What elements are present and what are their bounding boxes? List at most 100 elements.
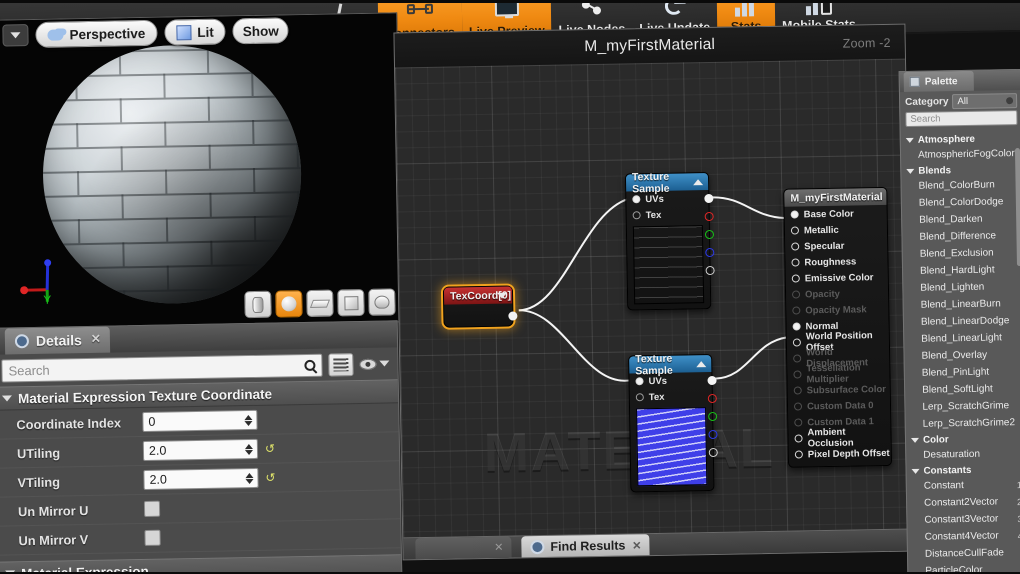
out-pin-a[interactable] <box>708 447 718 458</box>
property-checkbox[interactable] <box>144 529 161 546</box>
pin-dot-uvs[interactable] <box>635 377 644 386</box>
out-pin-b[interactable] <box>708 429 718 440</box>
visibility-filter-button[interactable] <box>359 358 390 370</box>
tab-find-results[interactable]: Find Results ✕ <box>521 534 650 559</box>
palette-item[interactable]: Constant 1 <box>912 476 1020 495</box>
material-pin-metallic[interactable]: Metallic <box>785 221 887 239</box>
out-pin-r[interactable] <box>704 211 714 222</box>
out-pin-rgb[interactable] <box>704 193 714 204</box>
property-value-input[interactable]: 2.0 <box>143 467 259 490</box>
tab-palette[interactable]: Palette <box>903 70 974 93</box>
node-texture-sample-1-header[interactable]: Texture Sample <box>625 170 709 195</box>
palette-item[interactable]: Constant2Vector 2 <box>912 493 1020 512</box>
material-pin-emissive-color[interactable]: Emissive Color <box>786 269 888 287</box>
palette-panel[interactable]: Palette Category All Search Atmosphere At… <box>898 68 1020 574</box>
palette-item[interactable]: Lerp_ScratchGrime <box>910 397 1020 416</box>
pin-dot[interactable] <box>792 322 801 331</box>
palette-item[interactable]: Blend_SoftLight <box>910 380 1020 399</box>
pin-dot[interactable] <box>791 274 800 283</box>
reset-to-default-icon[interactable]: ↺ <box>265 471 277 485</box>
property-checkbox[interactable] <box>143 500 161 517</box>
node-texture-sample-2-header[interactable]: Texture Sample <box>629 352 712 377</box>
property-value-input[interactable]: 0 <box>142 409 258 432</box>
reset-to-default-icon[interactable]: ↺ <box>265 442 277 456</box>
palette-item[interactable]: Constant3Vector 3 <box>912 510 1020 529</box>
chevron-up-icon[interactable] <box>696 360 707 367</box>
close-icon[interactable]: ✕ <box>494 541 503 554</box>
palette-item[interactable]: Blend_HardLight <box>908 261 1020 280</box>
palette-item[interactable]: Lerp_ScratchGrime2 <box>911 414 1020 433</box>
palette-item[interactable]: Blend_Overlay <box>909 346 1020 365</box>
property-value-input[interactable]: 2.0 <box>142 438 259 461</box>
palette-item-list[interactable]: Atmosphere AtmosphericFogColor Blends Blend… <box>901 131 1020 574</box>
palette-item[interactable]: Blend_Difference <box>907 227 1020 246</box>
material-pin-pixel-depth-offset[interactable]: Pixel Depth Offset <box>789 445 891 463</box>
preview-shape-buttons[interactable] <box>244 288 396 319</box>
close-icon[interactable]: ✕ <box>632 539 641 552</box>
plane-preview-shape[interactable] <box>306 289 334 318</box>
pin-dot-tex[interactable] <box>632 211 641 220</box>
material-pin-base-color[interactable]: Base Color <box>785 205 887 223</box>
graph-tab-inactive[interactable]: ✕ <box>415 536 512 561</box>
palette-item[interactable]: Desaturation <box>911 445 1020 464</box>
palette-item[interactable]: Blend_LinearBurn <box>909 295 1020 314</box>
pin-dot-uvs[interactable] <box>632 195 641 204</box>
viewport-options-dropdown[interactable] <box>2 24 29 47</box>
pin-tex[interactable]: Tex <box>630 388 712 405</box>
display-options-button[interactable] <box>328 352 354 377</box>
pin-dot[interactable] <box>790 226 800 235</box>
perspective-button[interactable]: Perspective <box>35 19 158 48</box>
custom-preview-shape[interactable] <box>368 288 396 316</box>
node-material-output-header[interactable]: M_myFirstMaterial <box>784 187 887 207</box>
pin-dot-tex[interactable] <box>635 393 644 402</box>
graph-canvas[interactable]: MATERIAL TexCoord[0] Text <box>395 58 914 538</box>
material-pin-specular[interactable]: Specular <box>785 237 887 255</box>
out-pin-g[interactable] <box>704 229 715 240</box>
material-preview-viewport[interactable]: Perspective Lit Show Y <box>0 12 403 330</box>
pin-dot[interactable] <box>792 338 801 347</box>
pin-dot[interactable] <box>794 450 803 459</box>
search-input[interactable]: Search <box>1 353 323 383</box>
chevron-up-icon[interactable] <box>693 178 704 185</box>
pin-dot[interactable] <box>791 242 800 251</box>
palette-item[interactable]: Blend_LinearLight <box>909 329 1020 348</box>
out-pin-r[interactable] <box>707 393 717 404</box>
node-texcoord-header[interactable]: TexCoord[0] <box>443 286 513 305</box>
close-icon[interactable]: ✕ <box>91 332 101 346</box>
tab-details[interactable]: Details ✕ <box>4 326 111 355</box>
pin-dot[interactable] <box>794 434 803 443</box>
cube-preview-shape[interactable] <box>337 288 365 317</box>
palette-item[interactable]: Blend_Darken <box>907 210 1020 229</box>
palette-item[interactable]: AtmosphericFogColor <box>906 145 1020 164</box>
palette-item[interactable]: Blend_Exclusion <box>908 244 1020 263</box>
palette-item[interactable]: Blend_ColorBurn <box>906 176 1020 195</box>
sphere-preview-shape[interactable] <box>275 290 303 318</box>
material-graph-editor[interactable]: M_myFirstMaterial Zoom -2 MATERIAL TexCo… <box>393 23 915 561</box>
node-texcoord[interactable]: TexCoord[0] <box>442 285 518 328</box>
pin-uvs[interactable]: UVs <box>629 372 711 389</box>
node-material-output[interactable]: M_myFirstMaterial Base Color Metallic Spec… <box>783 186 893 468</box>
out-pin-g[interactable] <box>708 411 718 422</box>
out-pin-b[interactable] <box>705 247 715 258</box>
pin-dot[interactable] <box>791 258 800 267</box>
out-pin-rgb[interactable] <box>707 375 717 386</box>
pin-uvs[interactable]: UVs <box>626 190 708 207</box>
palette-item[interactable]: Blend_Lighten <box>908 278 1020 297</box>
palette-item[interactable]: Constant4Vector 4 <box>913 527 1020 546</box>
palette-item[interactable]: Blend_PinLight <box>910 363 1020 382</box>
palette-item[interactable]: Blend_ColorDodge <box>907 193 1020 212</box>
node-texture-sample-2[interactable]: Texture Sample UVs Tex <box>628 352 718 493</box>
texcoord-output-pin[interactable] <box>508 311 518 321</box>
material-pin-roughness[interactable]: Roughness <box>785 253 887 271</box>
pin-tex[interactable]: Tex <box>627 206 709 223</box>
palette-item[interactable]: Blend_LinearDodge <box>909 312 1020 331</box>
lit-mode-button[interactable]: Lit <box>164 18 226 46</box>
cylinder-preview-shape[interactable] <box>244 290 272 319</box>
show-menu-button[interactable]: Show <box>232 17 289 45</box>
out-pin-a[interactable] <box>705 265 715 276</box>
palette-search-input[interactable]: Search <box>905 110 1018 128</box>
material-pin-ambient-occlusion[interactable]: Ambient Occlusion <box>788 427 890 449</box>
palette-item[interactable]: DistanceCullFade <box>913 544 1020 563</box>
chevron-down-icon[interactable] <box>496 292 508 299</box>
node-texture-sample-1[interactable]: Texture Sample UVs Tex <box>624 170 715 311</box>
